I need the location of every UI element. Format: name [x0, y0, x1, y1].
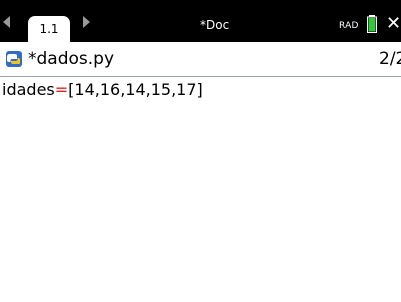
document-title: *Doc: [200, 18, 230, 32]
python-file-icon: [6, 51, 22, 67]
assignment-operator: =: [54, 80, 69, 99]
page-count: 2/2: [379, 49, 401, 69]
title-bar: 1.1 *Doc RAD ✕: [0, 0, 401, 42]
tab-page[interactable]: 1.1: [28, 16, 70, 42]
previous-page-arrow-icon[interactable]: [3, 16, 10, 28]
next-page-arrow-icon[interactable]: [83, 16, 90, 28]
file-name: *dados.py: [28, 49, 115, 69]
code-line-1[interactable]: idades=[14,16,14,15,17]: [2, 79, 203, 101]
code-editor[interactable]: idades=[14,16,14,15,17]: [0, 77, 401, 302]
battery-icon: [367, 15, 377, 33]
close-icon[interactable]: ✕: [386, 13, 401, 35]
list-literal: [14,16,14,15,17]: [68, 80, 203, 99]
variable-name: idades: [2, 80, 55, 99]
angle-mode-indicator: RAD: [339, 21, 359, 31]
